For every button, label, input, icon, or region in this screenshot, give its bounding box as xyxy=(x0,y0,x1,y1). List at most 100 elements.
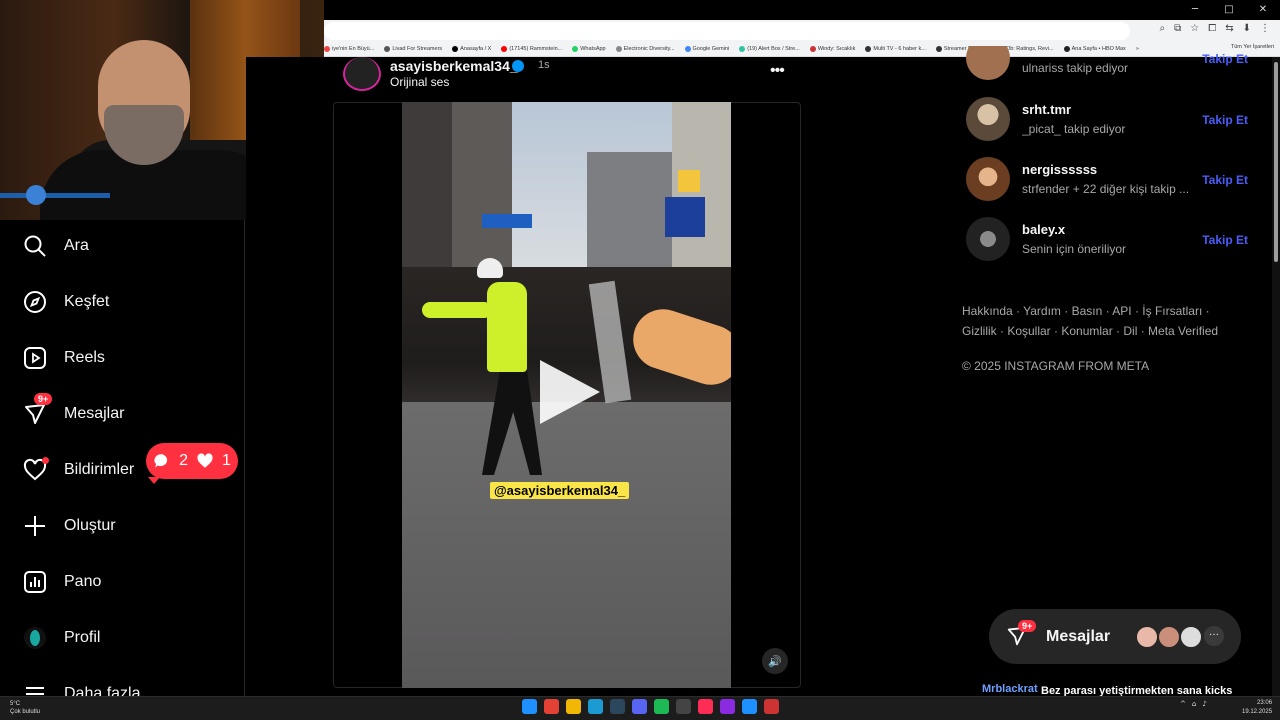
post-audio-link[interactable]: Orijinal ses xyxy=(390,75,449,89)
video-officer-arm xyxy=(422,302,492,318)
extensions-icon[interactable]: ⧠ xyxy=(1208,23,1216,34)
taskbar-app-icon[interactable] xyxy=(654,699,669,714)
comment-count: 2 xyxy=(179,452,188,469)
post-username[interactable]: asayisberkemal34_ xyxy=(390,58,518,74)
taskbar-app-icon[interactable] xyxy=(522,699,537,714)
sync-icon[interactable]: ⇆ xyxy=(1225,23,1233,34)
download-icon[interactable]: ⬇ xyxy=(1243,23,1251,34)
system-clock[interactable]: 23:06 19.12.2025 xyxy=(1242,699,1272,717)
more-icon: ··· xyxy=(1204,626,1224,646)
taskbar-app-icon[interactable] xyxy=(544,699,559,714)
bookmark-favicon-icon xyxy=(684,46,691,52)
bookmark-favicon-icon xyxy=(865,46,872,52)
bookmark-favicon-icon xyxy=(739,46,746,52)
sidebar-item-notifications[interactable]: Bildirimler xyxy=(22,456,134,484)
bookmark-star-icon[interactable]: ☆ xyxy=(1190,23,1199,34)
search-icon xyxy=(22,233,48,259)
suggestion-subtext: _picat_ takip ediyor xyxy=(1022,122,1126,136)
system-tray: ^ ⌂ ♪ xyxy=(1180,700,1207,708)
sidebar-item-explore[interactable]: Keşfet xyxy=(22,288,109,316)
verified-badge-icon xyxy=(512,60,524,72)
browser-menu-icon[interactable]: ⋮ xyxy=(1260,23,1270,34)
suggestion-username[interactable]: baley.x xyxy=(1022,222,1065,237)
sidebar-item-reels[interactable]: Reels xyxy=(22,344,105,372)
notification-pill[interactable]: 2 1 xyxy=(146,443,238,484)
messages-count-badge: 9+ xyxy=(34,393,53,405)
bookmark-item[interactable]: (19) Alert Box / Stre... xyxy=(739,46,800,52)
bookmark-item[interactable]: Windy: Sıcaklık xyxy=(809,46,855,52)
taskbar-app-icon[interactable] xyxy=(610,699,625,714)
bookmark-favicon-icon xyxy=(324,46,330,52)
taskbar-app-icon[interactable] xyxy=(720,699,735,714)
follow-button[interactable]: Takip Et xyxy=(1202,113,1248,127)
minimize-button[interactable]: ─ xyxy=(1178,0,1212,20)
like-count: 1 xyxy=(222,452,231,469)
taskbar-apps xyxy=(522,699,779,714)
suggestion-avatar[interactable] xyxy=(966,46,1010,80)
sidebar-item-create[interactable]: Oluştur xyxy=(22,512,116,540)
bookmark-label: Anasayfa / X xyxy=(460,46,492,52)
sidebar-item-label: Reels xyxy=(64,349,105,366)
volume-icon[interactable]: 🔊 xyxy=(762,648,788,674)
taskbar-app-icon[interactable] xyxy=(764,699,779,714)
maximize-button[interactable]: □ xyxy=(1212,0,1246,20)
bookmark-item[interactable]: Multi TV - 6 haber k... xyxy=(865,46,926,52)
suggestion-subtext: ulnariss takip ediyor xyxy=(1022,61,1129,75)
messages-pill-label: Mesajlar xyxy=(1046,628,1111,645)
network-icon[interactable]: ⌂ xyxy=(1192,700,1196,708)
cast-icon[interactable]: ⧉ xyxy=(1174,23,1181,34)
sidebar-item-search[interactable]: Ara xyxy=(22,232,89,260)
microphone-icon xyxy=(0,185,110,205)
sidebar-item-label: Bildirimler xyxy=(64,461,135,478)
bookmark-item[interactable]: Anasayfa / X xyxy=(452,46,491,52)
close-button[interactable]: ✕ xyxy=(1246,0,1280,20)
plus-icon xyxy=(22,513,48,539)
taskbar-app-icon[interactable] xyxy=(676,699,691,714)
suggestion-avatar[interactable] xyxy=(966,157,1010,201)
bookmark-item[interactable]: Electronic Diversity... xyxy=(615,46,675,52)
play-icon[interactable] xyxy=(540,360,600,424)
sidebar-item-dashboard[interactable]: Pano xyxy=(22,568,101,596)
bookmark-favicon-icon xyxy=(809,46,816,52)
scrollbar-thumb[interactable] xyxy=(1274,62,1278,262)
video-shop-sign xyxy=(665,197,705,237)
address-bar[interactable] xyxy=(324,22,1130,40)
comment-icon xyxy=(154,454,168,468)
taskbar-app-icon[interactable] xyxy=(632,699,647,714)
follow-button[interactable]: Takip Et xyxy=(1202,52,1248,66)
footer-links[interactable]: Hakkında · Yardım · Basın · API · İş Fır… xyxy=(962,301,1242,341)
video-player[interactable]: @asayisberkemal34_ xyxy=(402,102,731,688)
bookmark-item[interactable]: Google Gemini xyxy=(684,46,729,52)
chevron-up-icon[interactable]: ^ xyxy=(1180,700,1186,708)
volume-icon[interactable]: ♪ xyxy=(1202,700,1206,708)
bookmark-favicon-icon xyxy=(452,46,459,52)
sidebar-item-label: Keşfet xyxy=(64,293,110,310)
weather-widget[interactable]: 5°C Çok bulutlu xyxy=(10,700,40,716)
sidebar-item-label: Ara xyxy=(64,237,89,254)
taskbar-app-icon[interactable] xyxy=(588,699,603,714)
suggestion-avatar[interactable] xyxy=(966,217,1010,261)
follow-button[interactable]: Takip Et xyxy=(1202,173,1248,187)
reels-icon xyxy=(22,345,48,371)
bookmark-favicon-icon xyxy=(572,46,579,52)
bookmark-item[interactable]: (17145) Rammstein... xyxy=(501,46,562,52)
taskbar-app-icon[interactable] xyxy=(566,699,581,714)
post-author-avatar[interactable] xyxy=(343,57,381,91)
taskbar-app-icon[interactable] xyxy=(742,699,757,714)
taskbar-app-icon[interactable] xyxy=(698,699,713,714)
weather-desc: Çok bulutlu xyxy=(10,709,41,715)
more-options-button[interactable]: ••• xyxy=(770,62,785,80)
bookmark-item[interactable]: WhatsApp xyxy=(572,46,606,52)
clock-time: 23:06 xyxy=(1257,700,1273,706)
zoom-icon[interactable]: ⌕ xyxy=(1160,23,1166,34)
bookmark-favicon-icon xyxy=(615,46,622,52)
suggestion-avatar[interactable] xyxy=(966,97,1010,141)
bookmark-item[interactable]: iye'nin En Büyü... xyxy=(324,46,374,52)
sidebar-item-profile[interactable]: Profil xyxy=(22,624,100,652)
suggestion-username[interactable]: srht.tmr xyxy=(1022,102,1071,117)
suggestion-username[interactable]: nergissssss xyxy=(1022,162,1097,177)
video-road xyxy=(402,402,731,688)
sidebar-item-messages[interactable]: 9+ Mesajlar xyxy=(22,393,124,428)
follow-button[interactable]: Takip Et xyxy=(1202,233,1248,247)
bookmark-item[interactable]: Livad For Streamers xyxy=(384,46,442,52)
